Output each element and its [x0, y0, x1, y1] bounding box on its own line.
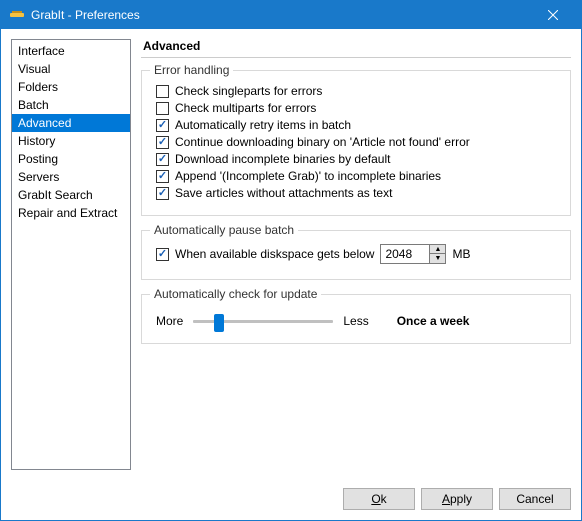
check-row: Automatically retry items in batch	[156, 118, 560, 132]
error-handling-group: Error handling Check singleparts for err…	[141, 70, 571, 216]
checkbox[interactable]	[156, 136, 169, 149]
dialog-footer: Ok Apply Cancel	[1, 480, 581, 520]
diskspace-spinner[interactable]: ▲ ▼	[380, 244, 446, 264]
diskspace-input[interactable]	[381, 245, 429, 263]
spinner-down-icon[interactable]: ▼	[430, 254, 445, 263]
cancel-button[interactable]: Cancel	[499, 488, 571, 510]
checkbox-label: Check singleparts for errors	[175, 84, 322, 98]
slider-less-label: Less	[343, 314, 368, 328]
checkbox[interactable]	[156, 85, 169, 98]
check-row: Check multiparts for errors	[156, 101, 560, 115]
checkbox[interactable]	[156, 187, 169, 200]
slider-thumb[interactable]	[214, 314, 224, 332]
checkbox[interactable]	[156, 102, 169, 115]
sidebar-item-folders[interactable]: Folders	[12, 78, 130, 96]
dialog-body: InterfaceVisualFoldersBatchAdvancedHisto…	[1, 29, 581, 480]
pause-batch-checkbox[interactable]	[156, 248, 169, 261]
page-heading: Advanced	[141, 39, 571, 53]
slider-more-label: More	[156, 314, 183, 328]
error-handling-legend: Error handling	[150, 63, 233, 77]
checkbox-label: Automatically retry items in batch	[175, 118, 351, 132]
check-row: Check singleparts for errors	[156, 84, 560, 98]
close-button[interactable]	[533, 1, 573, 29]
checkbox-label: Continue downloading binary on 'Article …	[175, 135, 470, 149]
update-check-group: Automatically check for update More Less…	[141, 294, 571, 344]
sidebar-item-posting[interactable]: Posting	[12, 150, 130, 168]
check-row: Save articles without attachments as tex…	[156, 186, 560, 200]
checkbox-label: Save articles without attachments as tex…	[175, 186, 392, 200]
check-row: Append '(Incomplete Grab)' to incomplete…	[156, 169, 560, 183]
pause-batch-label: When available diskspace gets below	[175, 247, 374, 261]
update-check-legend: Automatically check for update	[150, 287, 321, 301]
check-row: Download incomplete binaries by default	[156, 152, 560, 166]
divider	[141, 57, 571, 58]
sidebar-item-history[interactable]: History	[12, 132, 130, 150]
checkbox[interactable]	[156, 170, 169, 183]
update-frequency-slider[interactable]	[193, 311, 333, 331]
window-title: GrabIt - Preferences	[31, 8, 533, 22]
checkbox[interactable]	[156, 119, 169, 132]
sidebar-item-advanced[interactable]: Advanced	[12, 114, 130, 132]
category-list: InterfaceVisualFoldersBatchAdvancedHisto…	[11, 39, 131, 470]
sidebar-item-batch[interactable]: Batch	[12, 96, 130, 114]
preferences-window: GrabIt - Preferences InterfaceVisualFold…	[0, 0, 582, 521]
sidebar-item-grabit-search[interactable]: GrabIt Search	[12, 186, 130, 204]
sidebar-item-visual[interactable]: Visual	[12, 60, 130, 78]
checkbox-label: Append '(Incomplete Grab)' to incomplete…	[175, 169, 441, 183]
main-panel: Advanced Error handling Check singlepart…	[141, 39, 571, 470]
pause-batch-group: Automatically pause batch When available…	[141, 230, 571, 280]
app-icon	[9, 7, 25, 23]
ok-button[interactable]: Ok	[343, 488, 415, 510]
checkbox-label: Download incomplete binaries by default	[175, 152, 390, 166]
sidebar-item-servers[interactable]: Servers	[12, 168, 130, 186]
pause-batch-legend: Automatically pause batch	[150, 223, 298, 237]
sidebar-item-interface[interactable]: Interface	[12, 42, 130, 60]
update-frequency-value: Once a week	[397, 314, 470, 328]
checkbox-label: Check multiparts for errors	[175, 101, 316, 115]
check-row: Continue downloading binary on 'Article …	[156, 135, 560, 149]
spinner-up-icon[interactable]: ▲	[430, 245, 445, 254]
titlebar: GrabIt - Preferences	[1, 1, 581, 29]
diskspace-unit: MB	[452, 247, 470, 261]
checkbox[interactable]	[156, 153, 169, 166]
apply-button[interactable]: Apply	[421, 488, 493, 510]
sidebar-item-repair-and-extract[interactable]: Repair and Extract	[12, 204, 130, 222]
